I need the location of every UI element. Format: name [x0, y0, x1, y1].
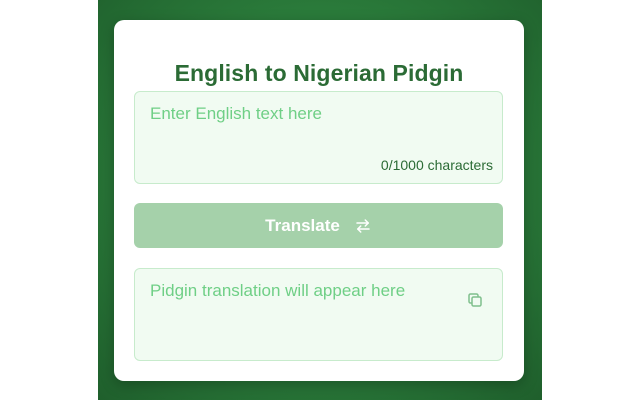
translate-button[interactable]: Translate [134, 203, 503, 248]
app-background: English to Nigerian Pidgin Enter English… [98, 0, 542, 400]
pidgin-output-field: Pidgin translation will appear here [134, 268, 503, 361]
copy-icon[interactable] [466, 291, 484, 309]
translate-button-label: Translate [265, 215, 340, 235]
english-input-field[interactable]: Enter English text here 0/1000 character… [134, 91, 503, 184]
translator-card: English to Nigerian Pidgin Enter English… [114, 20, 524, 381]
character-counter: 0/1000 characters [380, 157, 493, 173]
page-title: English to Nigerian Pidgin [174, 60, 464, 86]
output-placeholder: Pidgin translation will appear here [150, 281, 406, 300]
swap-arrows-icon [356, 218, 370, 233]
input-placeholder: Enter English text here [150, 104, 322, 123]
